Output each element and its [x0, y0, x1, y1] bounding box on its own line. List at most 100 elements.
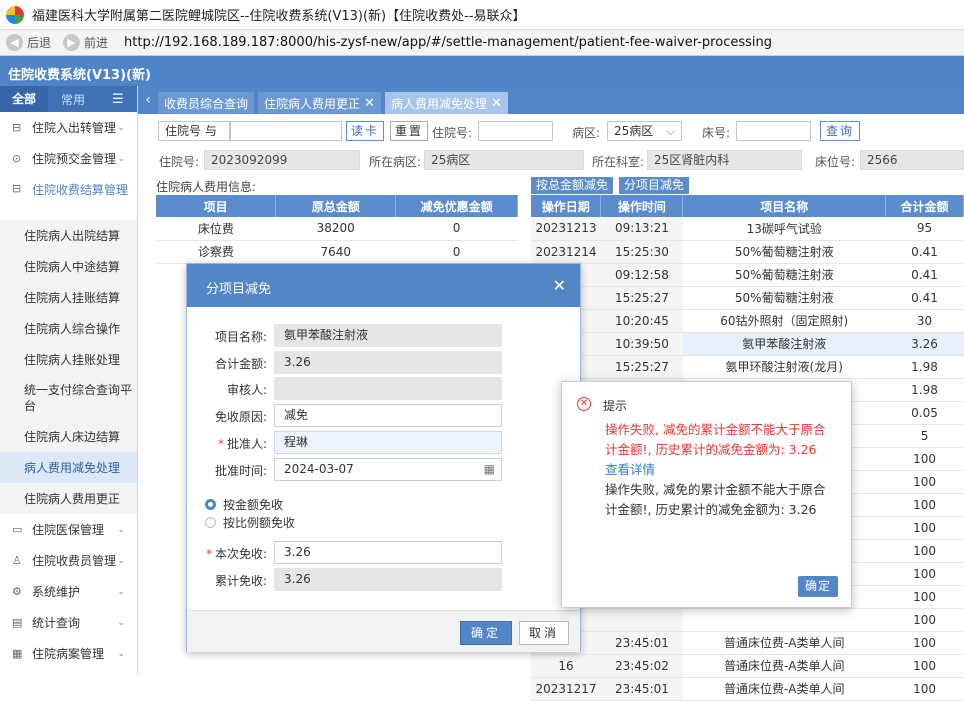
- table-row[interactable]: 1310:20:4560钴外照射（固定照射)30: [531, 309, 964, 333]
- chevron-down-icon: ⌄: [117, 153, 125, 164]
- radio-by-amount[interactable]: 按金额免收: [205, 496, 283, 513]
- calendar-icon[interactable]: ▦: [484, 459, 495, 480]
- sidebar-menu-cashier[interactable]: ♙ 住院收费员管理 ⌄: [0, 545, 137, 576]
- col-original: 原总金额: [275, 195, 397, 217]
- cell: 23:45:02: [600, 654, 683, 678]
- sidebar-menu-insurance[interactable]: ▭ 住院医保管理 ⌄: [0, 514, 137, 545]
- table-row[interactable]: 20231214 15:25:30 50%葡萄糖注射液 0.41: [531, 240, 964, 264]
- gear-icon: ⚙: [12, 585, 22, 598]
- reviewer-field: [274, 377, 502, 400]
- alert-detail-text: 操作失败, 减免的累计金额不能大于原合计金额!, 历史累计的减免金额为: 3.2…: [605, 482, 826, 517]
- col-item-name: 项目名称: [682, 195, 887, 217]
- table-row[interactable]: 1310:39:50氨甲苯酸注射液3.26: [531, 332, 964, 356]
- sidebar-menu-settlement[interactable]: ⊟ 住院收费结算管理 ⌃: [0, 174, 137, 220]
- table-row[interactable]: 1423:45:01普通床位费-A类单人间100: [531, 631, 964, 655]
- dialog-footer: 确定 取消: [187, 610, 580, 652]
- sidebar-item-hang-process[interactable]: 住院病人挂账处理: [0, 344, 137, 375]
- cell: 38200: [275, 217, 396, 241]
- required-mark: *: [217, 437, 224, 451]
- tab-fee-correction[interactable]: 住院病人费用更正 ✕: [258, 92, 381, 114]
- info-dept-label: 所在科室:: [592, 155, 645, 169]
- close-icon[interactable]: ✕: [491, 96, 502, 111]
- sidebar-menu-system[interactable]: ⚙ 系统维护 ⌄: [0, 576, 137, 607]
- sidebar-menu-records[interactable]: ▦ 住院病案管理 ⌄: [0, 638, 137, 669]
- cell: 13碳呼气试验: [682, 217, 886, 241]
- inpatient-no-input[interactable]: [478, 121, 553, 141]
- close-icon[interactable]: ✕: [364, 96, 375, 111]
- sidebar-menu-deposit[interactable]: ⊙ 住院预交金管理 ⌄: [0, 143, 137, 174]
- reset-button[interactable]: 重置: [390, 121, 428, 141]
- sidebar-item-discharge-settle[interactable]: 住院病人出院结算: [0, 220, 137, 251]
- menu-collapse-icon[interactable]: ☰: [112, 92, 124, 107]
- table-row[interactable]: 20231217 23:45:01 普通床位费-A类单人间 100: [531, 677, 964, 701]
- cancel-button[interactable]: 取消: [519, 621, 569, 645]
- sidebar-item-hang-settle[interactable]: 住院病人挂账结算: [0, 282, 137, 313]
- fee-info-title: 住院病人费用信息:: [156, 180, 257, 194]
- close-icon[interactable]: ✕: [553, 276, 566, 295]
- tab-fee-waiver[interactable]: 病人费用减免处理 ✕: [384, 92, 508, 114]
- cell: 10:20:45: [600, 309, 683, 333]
- back-button[interactable]: ◀ 后退: [6, 34, 51, 51]
- confirm-button[interactable]: 确定: [460, 621, 512, 645]
- table-row[interactable]: 1415:25:27氨甲环酸注射液(龙月)1.98: [531, 355, 964, 379]
- cell: 100: [885, 493, 964, 517]
- table-row[interactable]: 16 23:45:02 普通床位费-A类单人间 100: [531, 654, 964, 678]
- table-row[interactable]: 20231213 09:13:21 13碳呼气试验 95: [531, 217, 964, 241]
- back-label: 后退: [27, 36, 52, 50]
- ward-select[interactable]: 25病区 ⌵: [607, 121, 682, 141]
- sidebar-item-fee-waiver[interactable]: 病人费用减免处理: [0, 452, 137, 483]
- cell: 100: [885, 677, 964, 701]
- card-number-input[interactable]: [230, 121, 342, 141]
- alert-ok-button[interactable]: 确定: [798, 576, 838, 597]
- view-details-link[interactable]: 查看详情: [605, 460, 837, 480]
- sidebar-menu-stats[interactable]: ▤ 统计查询 ⌄: [0, 607, 137, 638]
- back-arrow-icon: ◀: [6, 34, 23, 51]
- waiver-by-total-button[interactable]: 按总金额减免: [531, 177, 614, 194]
- read-card-button[interactable]: 读卡: [346, 121, 384, 141]
- table-row[interactable]: 床位费 38200 0: [156, 217, 518, 241]
- reason-input[interactable]: 减免: [274, 404, 502, 427]
- col-discount: 减免优惠金额: [395, 195, 518, 217]
- approver-input[interactable]: 程琳: [274, 431, 502, 454]
- search-type-select[interactable]: 住院号 与: [158, 121, 230, 141]
- sidebar-item-unified-pay[interactable]: 统一支付综合查询平台: [0, 375, 137, 421]
- approve-time-input[interactable]: 2024-03-07 ▦: [274, 458, 502, 481]
- url-field[interactable]: http://192.168.189.187:8000/his-zysf-new…: [124, 35, 772, 50]
- tab-cashier-query[interactable]: 收费员综合查询: [158, 92, 255, 114]
- total-label: 合计金额:: [214, 357, 267, 371]
- sidebar-item-combined-ops[interactable]: 住院病人综合操作: [0, 313, 137, 344]
- menu-label: 住院预交金管理: [32, 152, 117, 166]
- cell: 95: [885, 217, 964, 241]
- cumulative-label: 累计免收:: [214, 574, 267, 588]
- cell: 0.05: [885, 401, 964, 425]
- sidebar-item-fee-correction[interactable]: 住院病人费用更正: [0, 483, 137, 514]
- cell: 15:25:27: [600, 355, 683, 379]
- tab-scroll-left-icon[interactable]: ‹: [138, 86, 158, 114]
- query-button[interactable]: 查询: [820, 121, 860, 141]
- sidebar-item-bedside-settle[interactable]: 住院病人床边结算: [0, 421, 137, 452]
- info-inpatient-value: 2023092099: [204, 150, 360, 170]
- sidebar-item-midway-settle[interactable]: 住院病人中途结算: [0, 251, 137, 282]
- total-field: 3.26: [274, 351, 502, 374]
- waiver-by-item-button[interactable]: 分项目减免: [619, 177, 690, 194]
- app-logo-icon: [6, 5, 24, 24]
- table-row[interactable]: 1309:12:5850%葡萄糖注射液0.41: [531, 263, 964, 287]
- cell: 普通床位费-A类单人间: [682, 631, 886, 655]
- sidebar-menu-admission[interactable]: ⊟ 住院入出转管理 ⌄: [0, 112, 137, 143]
- table-row[interactable]: 100: [531, 608, 964, 632]
- coin-icon: ⊙: [12, 152, 22, 165]
- radio-by-ratio[interactable]: 按比例额免收: [205, 514, 295, 531]
- cell: 1.98: [885, 355, 964, 379]
- transfer-icon: ⊟: [12, 121, 22, 134]
- this-waiver-input[interactable]: 3.26: [274, 541, 502, 564]
- info-ward-label: 所在病区:: [369, 155, 422, 169]
- sidebar-tab-all[interactable]: 全部: [0, 86, 48, 112]
- cell: 0: [395, 240, 518, 264]
- table-row[interactable]: 诊察费 7640 0: [156, 240, 518, 264]
- forward-button[interactable]: ▶ 前进: [63, 34, 108, 51]
- alert-message: 操作失败, 减免的累计金额不能大于原合计金额!, 历史累计的减免金额为: 3.2…: [605, 420, 837, 520]
- sidebar-tab-common[interactable]: 常用: [48, 91, 98, 108]
- cell: 氨甲苯酸注射液: [682, 332, 886, 356]
- table-row[interactable]: 1415:25:2750%葡萄糖注射液0.41: [531, 286, 964, 310]
- bed-input[interactable]: [736, 121, 811, 141]
